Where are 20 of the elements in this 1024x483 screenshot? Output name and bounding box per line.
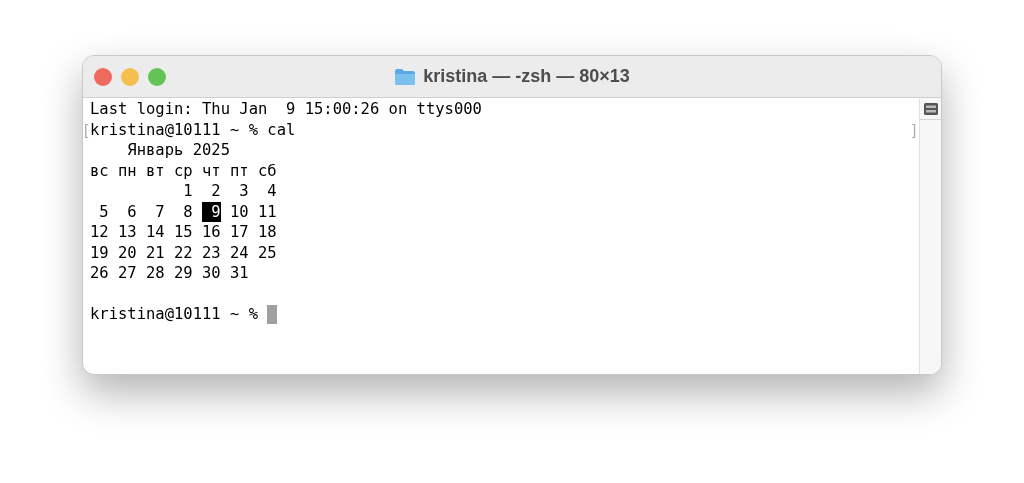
terminal-text: kristina@10111 ~ % cal [90,119,296,140]
terminal-text: 5 6 7 8 [98,201,194,222]
minimize-button[interactable] [121,67,139,86]
line-mark: [ [84,119,89,140]
split-pane-icon[interactable] [923,102,938,115]
terminal-text: 1 2 3 4 [182,181,277,202]
terminal-text: kristina@10111 ~ % [90,304,259,325]
terminal-text: 26 27 28 29 30 31 [90,263,249,284]
terminal-text: вс пн вт ср чт пт сб [90,160,277,181]
terminal-text: 10 11 [229,201,277,222]
window-title: kristina — -zsh — 80×13 [423,65,630,88]
close-button[interactable] [94,67,112,86]
zoom-button[interactable] [148,67,166,86]
terminal-text: 19 20 21 22 23 24 25 [90,242,277,263]
terminal-text: Январь 2025 [126,140,230,161]
terminal-text: 12 13 14 15 16 17 18 [90,222,277,243]
highlighted-date: 9 [202,201,221,222]
line-mark: ] [912,119,917,140]
folder-icon [394,67,417,86]
terminal-text: Last login: Thu Jan 9 15:00:26 on ttys000 [90,99,482,120]
